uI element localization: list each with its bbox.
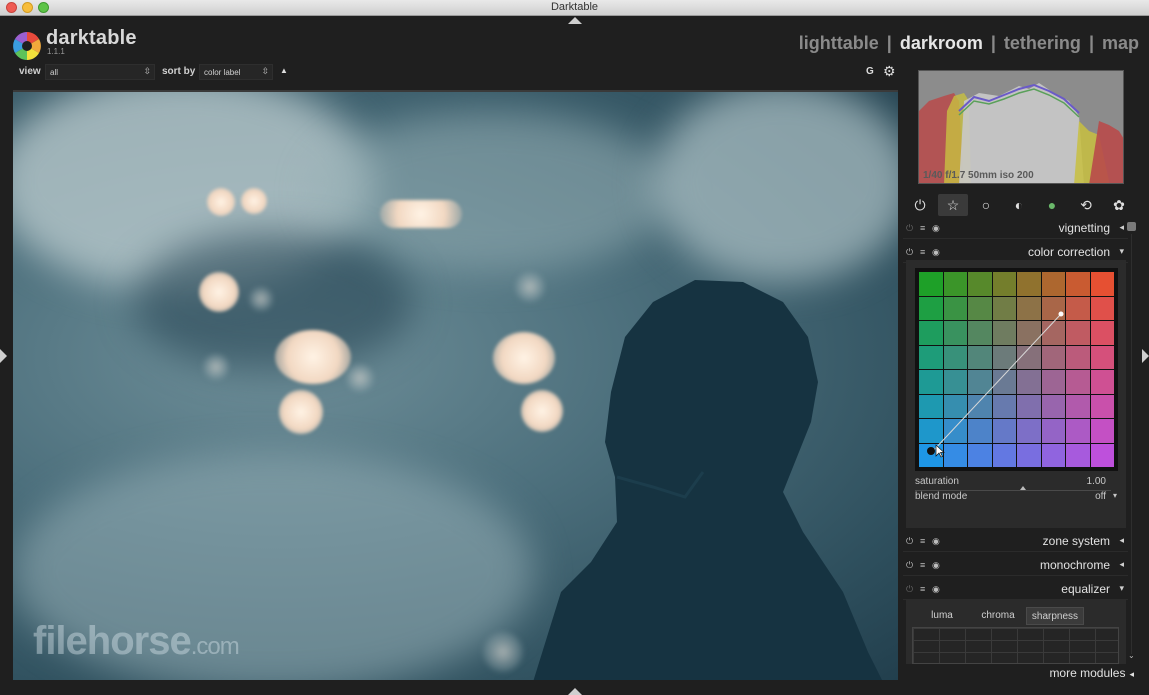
tab-chroma[interactable]: chroma: [972, 607, 1024, 625]
module-name: vignetting: [1058, 221, 1110, 235]
cursor-icon: [935, 444, 945, 458]
module-monochrome[interactable]: ⏻ ≡ ◉ monochrome ◂: [903, 554, 1128, 576]
histogram-graph: [919, 71, 1123, 183]
highlight-handle[interactable]: [1058, 311, 1064, 317]
expand-arrow-icon[interactable]: ◂: [1119, 535, 1124, 546]
collapse-arrow-icon[interactable]: ▾: [1119, 583, 1124, 594]
view-tethering[interactable]: tethering: [1004, 33, 1081, 54]
reset-icon[interactable]: ◉: [932, 560, 940, 571]
equalizer-body: luma chroma sharpness: [906, 600, 1126, 664]
power-icon[interactable]: ⏻: [906, 560, 913, 571]
sort-by-combo[interactable]: color label ⇳: [199, 64, 273, 80]
expand-arrow-icon: ◂: [1129, 669, 1134, 679]
histogram[interactable]: 1/40 f/1.7 50mm iso 200: [918, 70, 1124, 184]
tab-luma[interactable]: luma: [920, 607, 964, 625]
darkroom-image[interactable]: filehorse.com: [13, 90, 898, 680]
window-title: Darktable: [550, 1, 599, 13]
color-circle-icon[interactable]: ●: [1037, 194, 1067, 216]
filter-bar: view all ⇳ sort by color label ⇳ ▲ G ⚙: [0, 62, 905, 82]
watermark-suffix: .com: [190, 633, 240, 660]
power-icon[interactable]: ⏻: [906, 536, 913, 547]
right-panel-scrollbar[interactable]: ⌄: [1127, 220, 1137, 660]
module-name: monochrome: [1039, 558, 1110, 572]
presets-icon[interactable]: ≡: [920, 584, 925, 594]
saturation-slider-knob[interactable]: [1019, 486, 1026, 490]
left-panel-toggle-arrow[interactable]: [0, 349, 7, 363]
module-name: zone system: [1042, 534, 1110, 548]
star-icon[interactable]: ☆: [938, 194, 968, 216]
blend-mode-arrow-icon[interactable]: ▾: [1113, 491, 1117, 500]
view-filter-value: all: [50, 68, 59, 77]
power-icon[interactable]: ⏻: [906, 247, 913, 258]
grouping-button[interactable]: G: [866, 66, 874, 77]
top-panel-toggle-arrow[interactable]: [568, 17, 582, 24]
presets-icon[interactable]: ≡: [920, 223, 925, 233]
circle-icon[interactable]: ○: [971, 194, 1001, 216]
blend-mode-label: blend mode: [915, 491, 968, 502]
power-icon[interactable]: ⏻: [906, 223, 913, 234]
module-zone-system[interactable]: ⏻ ≡ ◉ zone system ◂: [903, 530, 1128, 552]
reset-icon[interactable]: ◉: [932, 584, 940, 595]
color-correction-grid[interactable]: [915, 268, 1118, 471]
expand-arrow-icon[interactable]: ◂: [1119, 559, 1124, 570]
effect-icon[interactable]: ✿: [1104, 194, 1134, 216]
updown-icon: ⇳: [143, 66, 151, 76]
more-modules-button[interactable]: more modules ◂: [1049, 666, 1134, 680]
sort-by-label: sort by: [162, 66, 196, 77]
view-map[interactable]: map: [1102, 33, 1139, 54]
sort-direction-button[interactable]: ▲: [280, 66, 288, 75]
gear-icon[interactable]: ⚙: [883, 64, 896, 78]
updown-icon: ⇳: [261, 66, 269, 76]
presets-icon[interactable]: ≡: [920, 560, 925, 570]
sort-by-value: color label: [204, 68, 241, 77]
view-separator: |: [886, 33, 892, 53]
module-name: color correction: [1027, 245, 1110, 259]
app-version: 1.1.1: [47, 47, 65, 56]
reset-icon[interactable]: ◉: [932, 247, 940, 258]
half-circle-icon[interactable]: ◐: [1004, 194, 1034, 216]
reset-icon[interactable]: ◉: [932, 536, 940, 547]
collapse-arrow-icon[interactable]: ▾: [1119, 246, 1124, 257]
title-bar: Darktable: [0, 0, 1149, 16]
view-switcher: lighttable | darkroom | tethering | map: [799, 33, 1139, 54]
color-correction-body: saturation 1.00 blend mode off ▾: [906, 260, 1126, 528]
module-vignetting[interactable]: ⏻ ≡ ◉ vignetting ◂: [903, 217, 1128, 239]
power-icon[interactable]: ⏻: [905, 194, 935, 216]
saturation-label: saturation: [915, 476, 959, 487]
histogram-exif-info: 1/40 f/1.7 50mm iso 200: [923, 170, 1034, 181]
right-panel-toggle-arrow[interactable]: [1142, 349, 1149, 363]
bottom-panel-toggle-arrow[interactable]: [568, 688, 582, 695]
watermark-main: filehorse: [33, 619, 192, 663]
presets-icon[interactable]: ≡: [920, 536, 925, 546]
shadow-handle[interactable]: [927, 447, 935, 455]
color-correction-handles: [927, 311, 1064, 458]
view-lighttable[interactable]: lighttable: [799, 33, 879, 54]
module-group-bar: ⏻ ☆ ○ ◐ ● ⟲ ✿: [903, 191, 1138, 217]
person-silhouette: [533, 280, 882, 680]
presets-icon[interactable]: ≡: [920, 247, 925, 257]
darktable-logo-icon: [13, 32, 41, 60]
correct-icon[interactable]: ⟲: [1071, 194, 1101, 216]
saturation-value: 1.00: [1086, 476, 1106, 487]
module-equalizer[interactable]: ⏻ ≡ ◉ equalizer ▾: [903, 578, 1128, 600]
right-panel: 1/40 f/1.7 50mm iso 200 ⏻ ☆ ○ ◐ ● ⟲ ✿ ⏻ …: [903, 62, 1138, 687]
darktable-window: Darktable darktable 1.1.1 lighttable | dar…: [0, 0, 1149, 695]
view-separator: |: [1088, 33, 1094, 53]
equalizer-curve-area[interactable]: [912, 627, 1119, 664]
more-modules-label: more modules: [1049, 666, 1126, 680]
reset-icon[interactable]: ◉: [932, 223, 940, 234]
module-name: equalizer: [1061, 582, 1110, 596]
view-filter-label: view: [19, 66, 41, 77]
view-filter-combo[interactable]: all ⇳: [45, 64, 155, 80]
watermark: filehorse.com: [33, 619, 240, 664]
scroll-track[interactable]: [1131, 234, 1132, 654]
tab-sharpness[interactable]: sharpness: [1026, 607, 1084, 625]
view-darkroom[interactable]: darkroom: [900, 33, 983, 54]
power-icon[interactable]: ⏻: [906, 584, 913, 595]
view-separator: |: [990, 33, 996, 53]
expand-arrow-icon[interactable]: ◂: [1119, 222, 1124, 233]
scroll-down-arrow-icon[interactable]: ⌄: [1128, 651, 1135, 660]
scroll-up-button[interactable]: [1127, 222, 1136, 231]
blend-mode-value[interactable]: off: [1095, 491, 1106, 502]
